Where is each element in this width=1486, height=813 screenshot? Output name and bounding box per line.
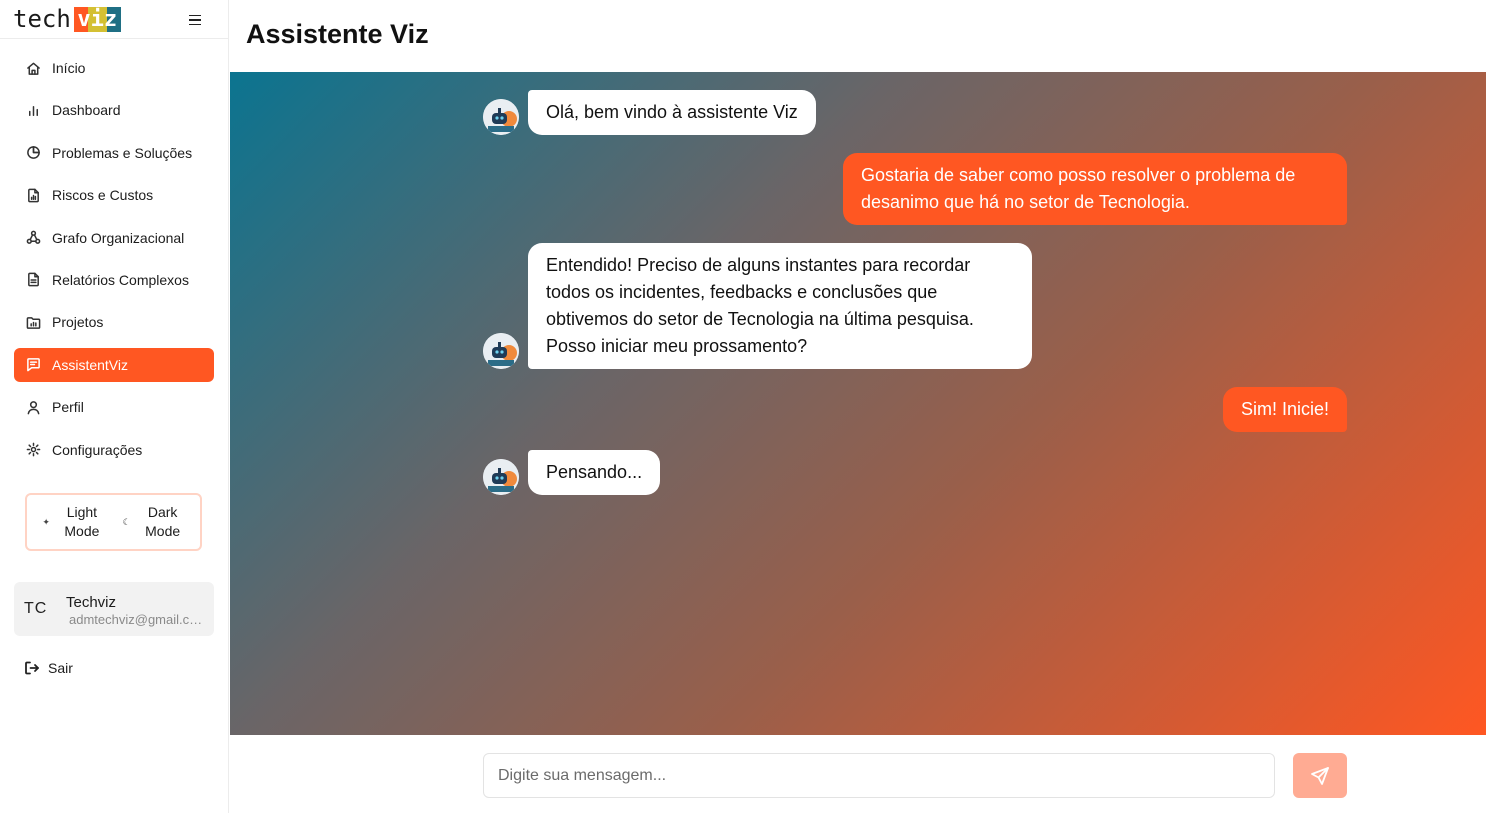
sidebar-item-riscos[interactable]: Riscos e Custos: [14, 178, 214, 212]
sidebar-item-inicio[interactable]: Início: [14, 51, 214, 85]
sidebar-item-label: AssistentViz: [52, 356, 128, 373]
user-card[interactable]: TC Techviz admtechviz@gmail.com: [14, 582, 214, 636]
document-icon: [25, 272, 41, 288]
robot-icon: [483, 333, 519, 369]
avatar: TC: [24, 600, 48, 617]
sidebar-item-assistentviz[interactable]: AssistentViz: [14, 347, 214, 382]
page-title: Assistente Viz: [246, 19, 429, 49]
robot-icon: [483, 99, 519, 135]
message-text: Gostaria de saber como posso resolver o …: [861, 165, 1296, 212]
sidebar-item-label: Início: [52, 60, 86, 76]
folder-chart-icon: [25, 314, 41, 330]
light-mode-button[interactable]: ✦ Light Mode: [42, 503, 104, 541]
sidebar-item-label: Grafo Organizacional: [52, 229, 185, 246]
user-icon: [25, 399, 41, 415]
bot-message: Olá, bem vindo à assistente Viz: [528, 90, 816, 135]
sidebar-item-label: Perfil: [52, 399, 84, 416]
pie-chart-icon: [25, 145, 41, 161]
file-chart-icon: [25, 187, 41, 203]
sidebar-item-label: Relatórios Complexos: [52, 271, 189, 288]
send-icon: [1311, 766, 1329, 785]
send-button[interactable]: [1293, 753, 1347, 798]
message-text: Entendido! Preciso de alguns instantes p…: [546, 255, 974, 356]
user-name: Techviz: [66, 594, 117, 611]
logout-label: Sair: [48, 660, 73, 676]
gear-icon: [25, 442, 41, 458]
sidebar-item-label: Dashboard: [52, 102, 121, 119]
theme-toggle: ✦ Light Mode ☾ Dark Mode: [25, 493, 202, 551]
message-text: Olá, bem vindo à assistente Viz: [546, 102, 798, 122]
sidebar: tech viz Início Dashboard Problemas e So…: [0, 0, 229, 813]
sidebar-item-label: Configurações: [52, 441, 143, 458]
light-mode-label: Light Mode: [64, 504, 100, 539]
bot-avatar: [483, 459, 519, 495]
moon-icon: ☾: [122, 516, 131, 527]
network-icon: [25, 230, 41, 246]
sun-icon: ✦: [42, 516, 50, 527]
sidebar-item-problemas[interactable]: Problemas e Soluções: [14, 136, 214, 170]
brand-row: tech viz: [0, 0, 229, 39]
bot-message: Pensando...: [528, 450, 661, 495]
message-input[interactable]: [483, 753, 1275, 798]
logo-accent: viz: [73, 6, 121, 32]
sidebar-item-perfil[interactable]: Perfil: [14, 390, 214, 424]
bot-message: Entendido! Preciso de alguns instantes p…: [528, 243, 1032, 369]
robot-icon: [483, 459, 519, 495]
sidebar-item-relatorios[interactable]: Relatórios Complexos: [14, 263, 214, 297]
dark-mode-button[interactable]: ☾ Dark Mode: [123, 503, 185, 541]
dark-mode-label: Dark Mode: [145, 504, 181, 539]
sidebar-item-label: Problemas e Soluções: [52, 144, 193, 161]
user-message: Gostaria de saber como posso resolver o …: [843, 153, 1347, 225]
logout-button[interactable]: Sair: [24, 660, 73, 676]
sidebar-item-label: Riscos e Custos: [52, 187, 154, 204]
bot-avatar: [483, 99, 519, 135]
message-text: Sim! Inicie!: [1241, 399, 1330, 419]
logo-text: tech: [13, 5, 71, 33]
techviz-logo[interactable]: tech viz: [13, 5, 121, 33]
logo-accent-text: viz: [77, 6, 118, 32]
sidebar-item-configuracoes[interactable]: Configurações: [14, 433, 214, 467]
home-icon: [25, 60, 41, 76]
bot-avatar: [483, 333, 519, 369]
sidebar-nav: Início Dashboard Problemas e Soluções Ri…: [14, 51, 214, 475]
sidebar-item-label: Projetos: [52, 314, 104, 331]
logout-icon: [25, 661, 39, 675]
menu-toggle-icon[interactable]: [185, 10, 205, 30]
user-email: admtechviz@gmail.com: [69, 612, 207, 627]
message-text: Pensando...: [546, 462, 643, 482]
user-message: Sim! Inicie!: [1223, 387, 1348, 432]
bar-chart-icon: [25, 102, 41, 118]
chat-icon: [25, 357, 41, 373]
sidebar-item-dashboard[interactable]: Dashboard: [14, 93, 214, 127]
sidebar-item-projetos[interactable]: Projetos: [14, 305, 214, 339]
sidebar-item-grafo[interactable]: Grafo Organizacional: [14, 221, 214, 255]
chat-panel: Olá, bem vindo à assistente Viz Gostaria…: [230, 72, 1486, 735]
